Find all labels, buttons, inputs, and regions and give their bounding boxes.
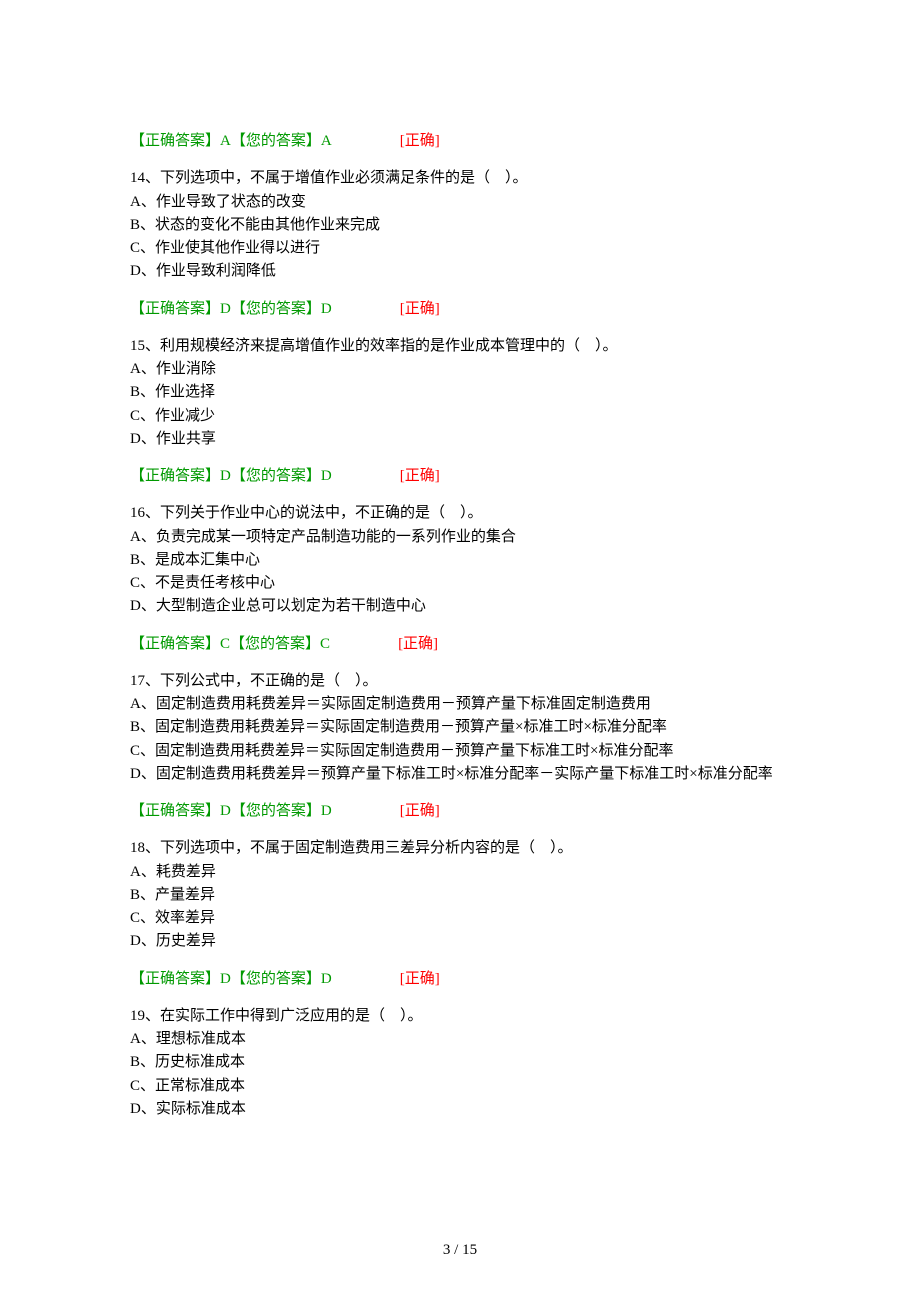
your-answer-value: D [321,971,332,987]
option-a: A、理想标准成本 [130,1028,790,1051]
answer-status: [正确] [400,468,440,484]
option-d: D、实际标准成本 [130,1098,790,1121]
answer-line-17: 【正确答案】D【您的答案】D[正确] [130,800,790,823]
answer-status: [正确] [400,301,440,317]
option-b: B、固定制造费用耗费差异＝实际固定制造费用－预算产量×标准工时×标准分配率 [130,716,790,739]
correct-answer-value: D [220,468,231,484]
question-text: 16、下列关于作业中心的说法中，不正确的是（ ）。 [130,502,790,525]
your-answer-value: D [321,468,332,484]
correct-answer-label: 【正确答案】 [130,803,220,819]
correct-answer-value: A [220,133,231,149]
correct-answer-value: D [220,803,231,819]
option-a: A、作业导致了状态的改变 [130,191,790,214]
option-b: B、作业选择 [130,381,790,404]
your-answer-label: 【您的答案】 [231,468,321,484]
your-answer-label: 【您的答案】 [231,133,321,149]
question-18: 18、下列选项中，不属于固定制造费用三差异分析内容的是（ ）。 A、耗费差异 B… [130,837,790,953]
your-answer-label: 【您的答案】 [231,803,321,819]
question-text: 17、下列公式中，不正确的是（ ）。 [130,670,790,693]
correct-answer-value: D [220,301,231,317]
option-c: C、效率差异 [130,907,790,930]
question-17: 17、下列公式中，不正确的是（ ）。 A、固定制造费用耗费差异＝实际固定制造费用… [130,670,790,786]
your-answer-value: D [321,301,332,317]
option-a: A、负责完成某一项特定产品制造功能的一系列作业的集合 [130,526,790,549]
option-c: C、固定制造费用耗费差异＝实际固定制造费用－预算产量下标准工时×标准分配率 [130,740,790,763]
option-b: B、是成本汇集中心 [130,549,790,572]
answer-line-13: 【正确答案】A【您的答案】A[正确] [130,130,790,153]
option-b: B、产量差异 [130,884,790,907]
option-a: A、固定制造费用耗费差异＝实际固定制造费用－预算产量下标准固定制造费用 [130,693,790,716]
option-a: A、作业消除 [130,358,790,381]
answer-status: [正确] [400,971,440,987]
option-a: A、耗费差异 [130,861,790,884]
question-19: 19、在实际工作中得到广泛应用的是（ ）。 A、理想标准成本 B、历史标准成本 … [130,1005,790,1121]
question-text: 15、利用规模经济来提高增值作业的效率指的是作业成本管理中的（ ）。 [130,335,790,358]
option-d: D、作业导致利润降低 [130,260,790,283]
your-answer-label: 【您的答案】 [231,971,321,987]
option-d: D、固定制造费用耗费差异＝预算产量下标准工时×标准分配率－实际产量下标准工时×标… [130,763,790,786]
answer-status: [正确] [400,803,440,819]
correct-answer-label: 【正确答案】 [130,301,220,317]
correct-answer-label: 【正确答案】 [130,468,220,484]
your-answer-value: D [321,803,332,819]
option-b: B、历史标准成本 [130,1051,790,1074]
option-b: B、状态的变化不能由其他作业来完成 [130,214,790,237]
question-text: 19、在实际工作中得到广泛应用的是（ ）。 [130,1005,790,1028]
correct-answer-label: 【正确答案】 [130,133,220,149]
option-c: C、正常标准成本 [130,1075,790,1098]
option-c: C、作业使其他作业得以进行 [130,237,790,260]
page-number: 3 / 15 [0,1239,920,1262]
option-c: C、作业减少 [130,405,790,428]
question-15: 15、利用规模经济来提高增值作业的效率指的是作业成本管理中的（ ）。 A、作业消… [130,335,790,451]
answer-status: [正确] [398,636,438,652]
option-d: D、历史差异 [130,930,790,953]
question-16: 16、下列关于作业中心的说法中，不正确的是（ ）。 A、负责完成某一项特定产品制… [130,502,790,618]
answer-line-18: 【正确答案】D【您的答案】D[正确] [130,968,790,991]
correct-answer-label: 【正确答案】 [130,971,220,987]
correct-answer-value: D [220,971,231,987]
your-answer-label: 【您的答案】 [230,636,320,652]
answer-line-16: 【正确答案】C【您的答案】C[正确] [130,633,790,656]
your-answer-value: A [321,133,332,149]
option-d: D、大型制造企业总可以划定为若干制造中心 [130,595,790,618]
question-text: 14、下列选项中，不属于增值作业必须满足条件的是（ ）。 [130,167,790,190]
question-14: 14、下列选项中，不属于增值作业必须满足条件的是（ ）。 A、作业导致了状态的改… [130,167,790,283]
option-c: C、不是责任考核中心 [130,572,790,595]
your-answer-value: C [320,636,330,652]
your-answer-label: 【您的答案】 [231,301,321,317]
document-page: 【正确答案】A【您的答案】A[正确] 14、下列选项中，不属于增值作业必须满足条… [0,0,920,1302]
answer-line-15: 【正确答案】D【您的答案】D[正确] [130,465,790,488]
question-text: 18、下列选项中，不属于固定制造费用三差异分析内容的是（ ）。 [130,837,790,860]
correct-answer-label: 【正确答案】 [130,636,220,652]
option-d: D、作业共享 [130,428,790,451]
correct-answer-value: C [220,636,230,652]
answer-status: [正确] [400,133,440,149]
answer-line-14: 【正确答案】D【您的答案】D[正确] [130,298,790,321]
